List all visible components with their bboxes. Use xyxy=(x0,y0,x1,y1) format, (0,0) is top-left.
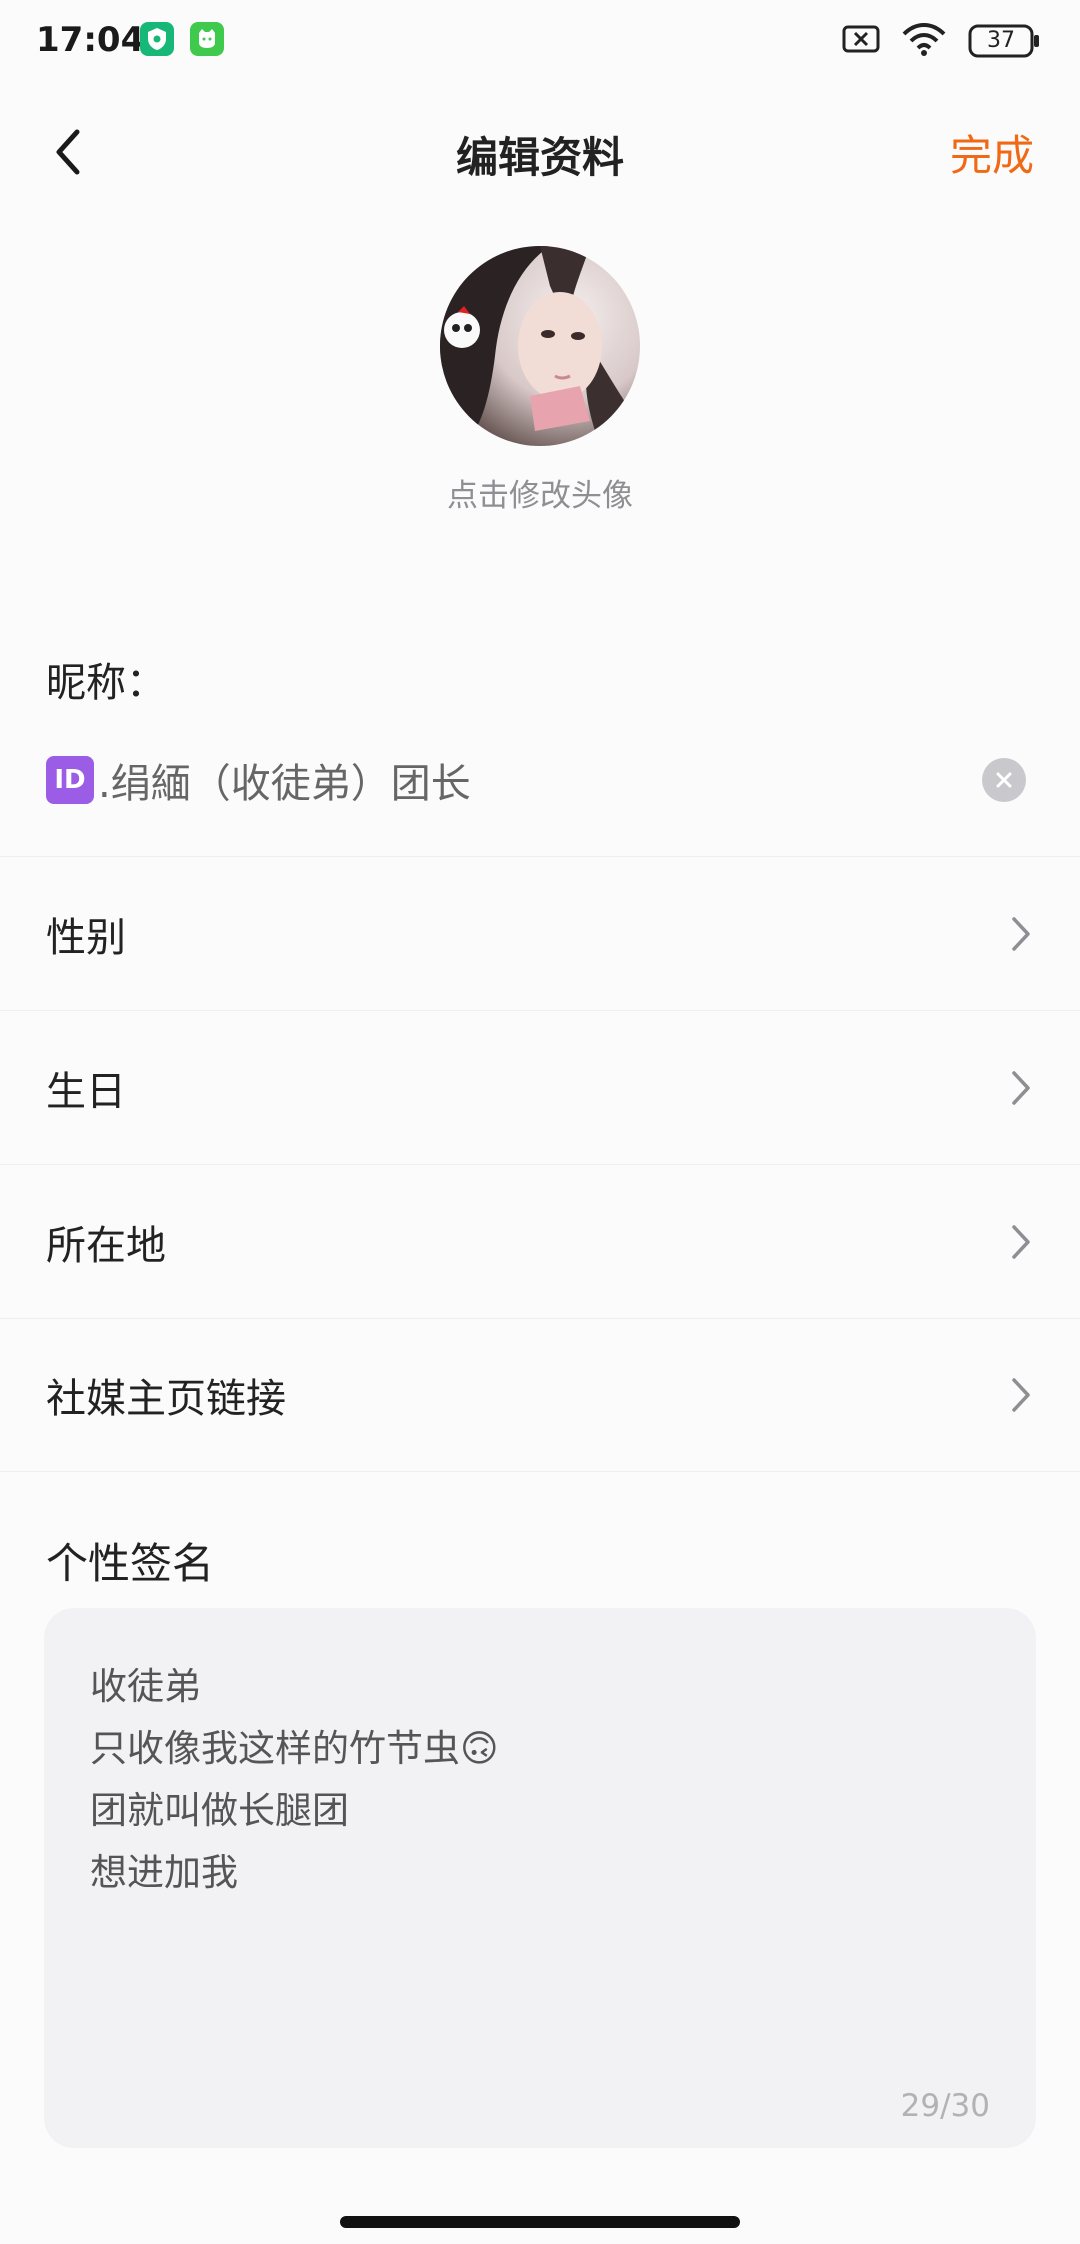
menu-label: 社媒主页链接 xyxy=(46,1376,286,1422)
bio-label: 个性签名 xyxy=(46,1539,215,1588)
id-badge: ID xyxy=(46,756,94,804)
nickname-label: 昵称： xyxy=(46,660,166,706)
status-bar: 17:04 37 xyxy=(0,0,1080,84)
chevron-right-icon xyxy=(1006,1222,1036,1262)
menu-row-gender[interactable]: 性别 xyxy=(0,856,1080,1010)
menu-row-social-links[interactable]: 社媒主页链接 xyxy=(0,1318,1080,1472)
avatar-photo xyxy=(440,246,640,446)
battery-level: 37 xyxy=(987,28,1015,53)
bio-line: 团就叫做长腿团 xyxy=(90,1789,349,1832)
status-time: 17:04 xyxy=(36,20,145,60)
bio-textarea[interactable]: 收徒弟 只收像我这样的竹节虫🙃 团就叫做长腿团 想进加我 29/30 xyxy=(44,1608,1036,2148)
menu-label: 所在地 xyxy=(46,1222,166,1269)
char-counter: 29/30 xyxy=(900,2088,990,2124)
nickname-value[interactable]: .绢緬（收徒弟）团长 xyxy=(98,751,471,809)
page-title: 编辑资料 xyxy=(455,133,624,182)
done-button[interactable]: 完成 xyxy=(950,122,1034,183)
wifi-icon xyxy=(902,22,946,60)
menu-row-location[interactable]: 所在地 xyxy=(0,1164,1080,1318)
menu-label: 性别 xyxy=(46,914,126,961)
avatar[interactable] xyxy=(440,246,640,446)
bio-line: 想进加我 xyxy=(90,1851,238,1894)
avatar-caption[interactable]: 点击修改头像 xyxy=(0,470,1080,515)
battery-icon: 37 xyxy=(968,24,1040,58)
bio-line: 收徒弟 xyxy=(90,1665,201,1708)
shield-app-icon xyxy=(140,22,174,56)
nickname-field[interactable]: ID .绢緬（收徒弟）团长 xyxy=(46,750,1036,810)
top-nav: 编辑资料 完成 xyxy=(0,110,1080,194)
menu-row-birthday[interactable]: 生日 xyxy=(0,1010,1080,1164)
menu-label: 生日 xyxy=(46,1068,126,1115)
home-indicator[interactable] xyxy=(340,2216,740,2228)
chevron-right-icon xyxy=(1006,1375,1036,1415)
chevron-right-icon xyxy=(1006,914,1036,954)
chevron-right-icon xyxy=(1006,1068,1036,1108)
clear-icon[interactable] xyxy=(982,758,1026,802)
no-sim-icon xyxy=(842,24,880,58)
cat-app-icon xyxy=(190,22,224,56)
bio-line: 只收像我这样的竹节虫🙃 xyxy=(90,1727,499,1770)
